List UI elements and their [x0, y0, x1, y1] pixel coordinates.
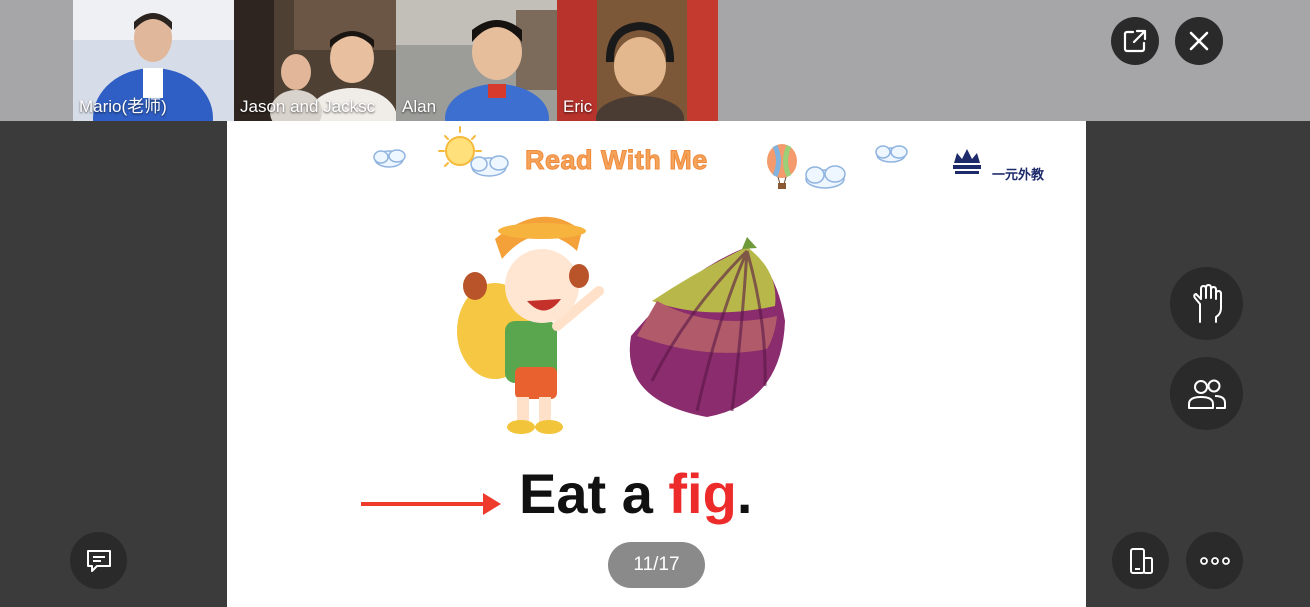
external-link-icon: [1123, 29, 1147, 53]
participants-button[interactable]: [1170, 357, 1243, 430]
participant-tile-eric[interactable]: Eric: [557, 0, 718, 121]
presentation-slide: Read With Me 一元外教 Eat a fig.: [227, 121, 1086, 607]
slide-artwork: [361, 126, 981, 515]
sentence-end: .: [736, 462, 753, 525]
participant-tile-teacher[interactable]: Mario(老师): [73, 0, 234, 121]
close-button[interactable]: [1175, 17, 1223, 65]
chat-button[interactable]: [70, 532, 127, 589]
chat-icon: [86, 549, 111, 572]
participant-name: Jason and Jacksc: [240, 97, 376, 116]
device-icon: [1129, 547, 1153, 574]
more-button[interactable]: [1186, 532, 1243, 589]
pointer-arrow: [361, 493, 501, 515]
people-icon: [1187, 379, 1226, 409]
brand-name: 一元外教: [992, 167, 1045, 182]
close-icon: [1189, 31, 1209, 51]
fig-illustration: [629, 237, 785, 417]
sentence-highlight-word: fig: [668, 462, 737, 525]
participant-name: Mario(老师): [79, 97, 167, 116]
lesson-sentence: Eat a fig.: [519, 461, 752, 526]
page-indicator: 11/17: [608, 542, 705, 588]
participant-bar: Mario(老师) Jason and Jacksc Alan Eric: [0, 0, 1310, 121]
popout-button[interactable]: [1111, 17, 1159, 65]
girl-illustration: [457, 216, 604, 434]
participant-tile-alan[interactable]: Alan: [396, 0, 557, 121]
slide-title: Read With Me: [525, 145, 708, 176]
participant-tile-jason[interactable]: Jason and Jacksc: [234, 0, 396, 121]
sentence-start: Eat a: [519, 462, 669, 525]
balloon-decoration: [767, 144, 797, 189]
hand-icon: [1192, 283, 1222, 323]
more-icon: [1199, 556, 1230, 565]
participant-name: Eric: [563, 97, 593, 116]
brand-logo: [953, 149, 981, 174]
device-switch-button[interactable]: [1112, 532, 1169, 589]
participant-name: Alan: [402, 97, 437, 116]
raise-hand-button[interactable]: [1170, 267, 1243, 340]
